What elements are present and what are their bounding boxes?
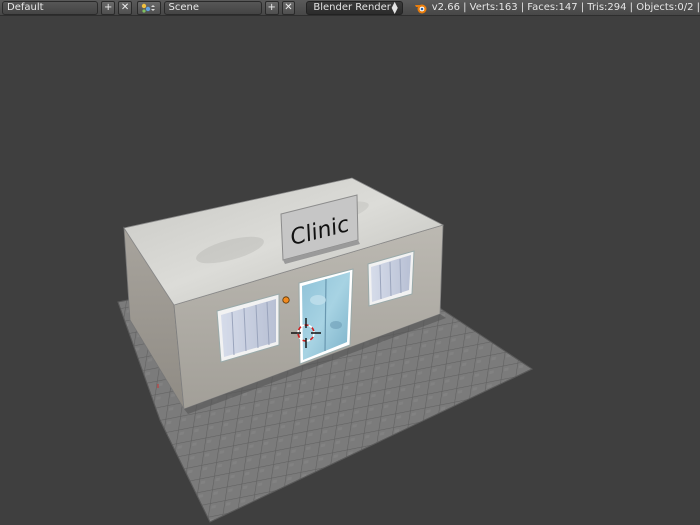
stats-text: v2.66 | Verts:163 | Faces:147 | Tris:294… xyxy=(431,2,700,13)
3d-viewport[interactable]: Clinic xyxy=(0,17,700,525)
plus-icon: + xyxy=(104,1,113,13)
x-icon: ✕ xyxy=(120,1,130,13)
render-engine-label: Blender Render xyxy=(313,2,391,13)
render-engine-selector[interactable]: Blender Render ▲ ▼ xyxy=(306,0,403,15)
blender-logo-icon xyxy=(414,4,427,13)
remove-layout-button[interactable]: ✕ xyxy=(118,0,132,15)
add-scene-button[interactable]: + xyxy=(264,0,279,15)
layout-selector[interactable]: Default xyxy=(2,0,99,15)
scene-name: Scene xyxy=(168,2,200,13)
remove-scene-button[interactable]: ✕ xyxy=(281,0,296,15)
add-layout-button[interactable]: + xyxy=(101,0,116,15)
plus-icon: + xyxy=(267,1,276,13)
info-header: Default + ✕ Scene + ✕ Blender Render ▲ ▼ … xyxy=(0,0,700,16)
viewport-canvas[interactable]: Clinic xyxy=(0,17,700,525)
x-icon: ✕ xyxy=(284,1,293,13)
scene-icon xyxy=(141,3,155,13)
object-origin-dot xyxy=(282,296,290,304)
scene-statistics: v2.66 | Verts:163 | Faces:147 | Tris:294… xyxy=(414,2,700,14)
scene-selector[interactable]: Scene xyxy=(163,0,262,15)
scene-type-button[interactable] xyxy=(136,0,161,15)
layout-name: Default xyxy=(7,2,44,13)
up-down-arrows-icon: ▲ ▼ xyxy=(391,0,398,15)
